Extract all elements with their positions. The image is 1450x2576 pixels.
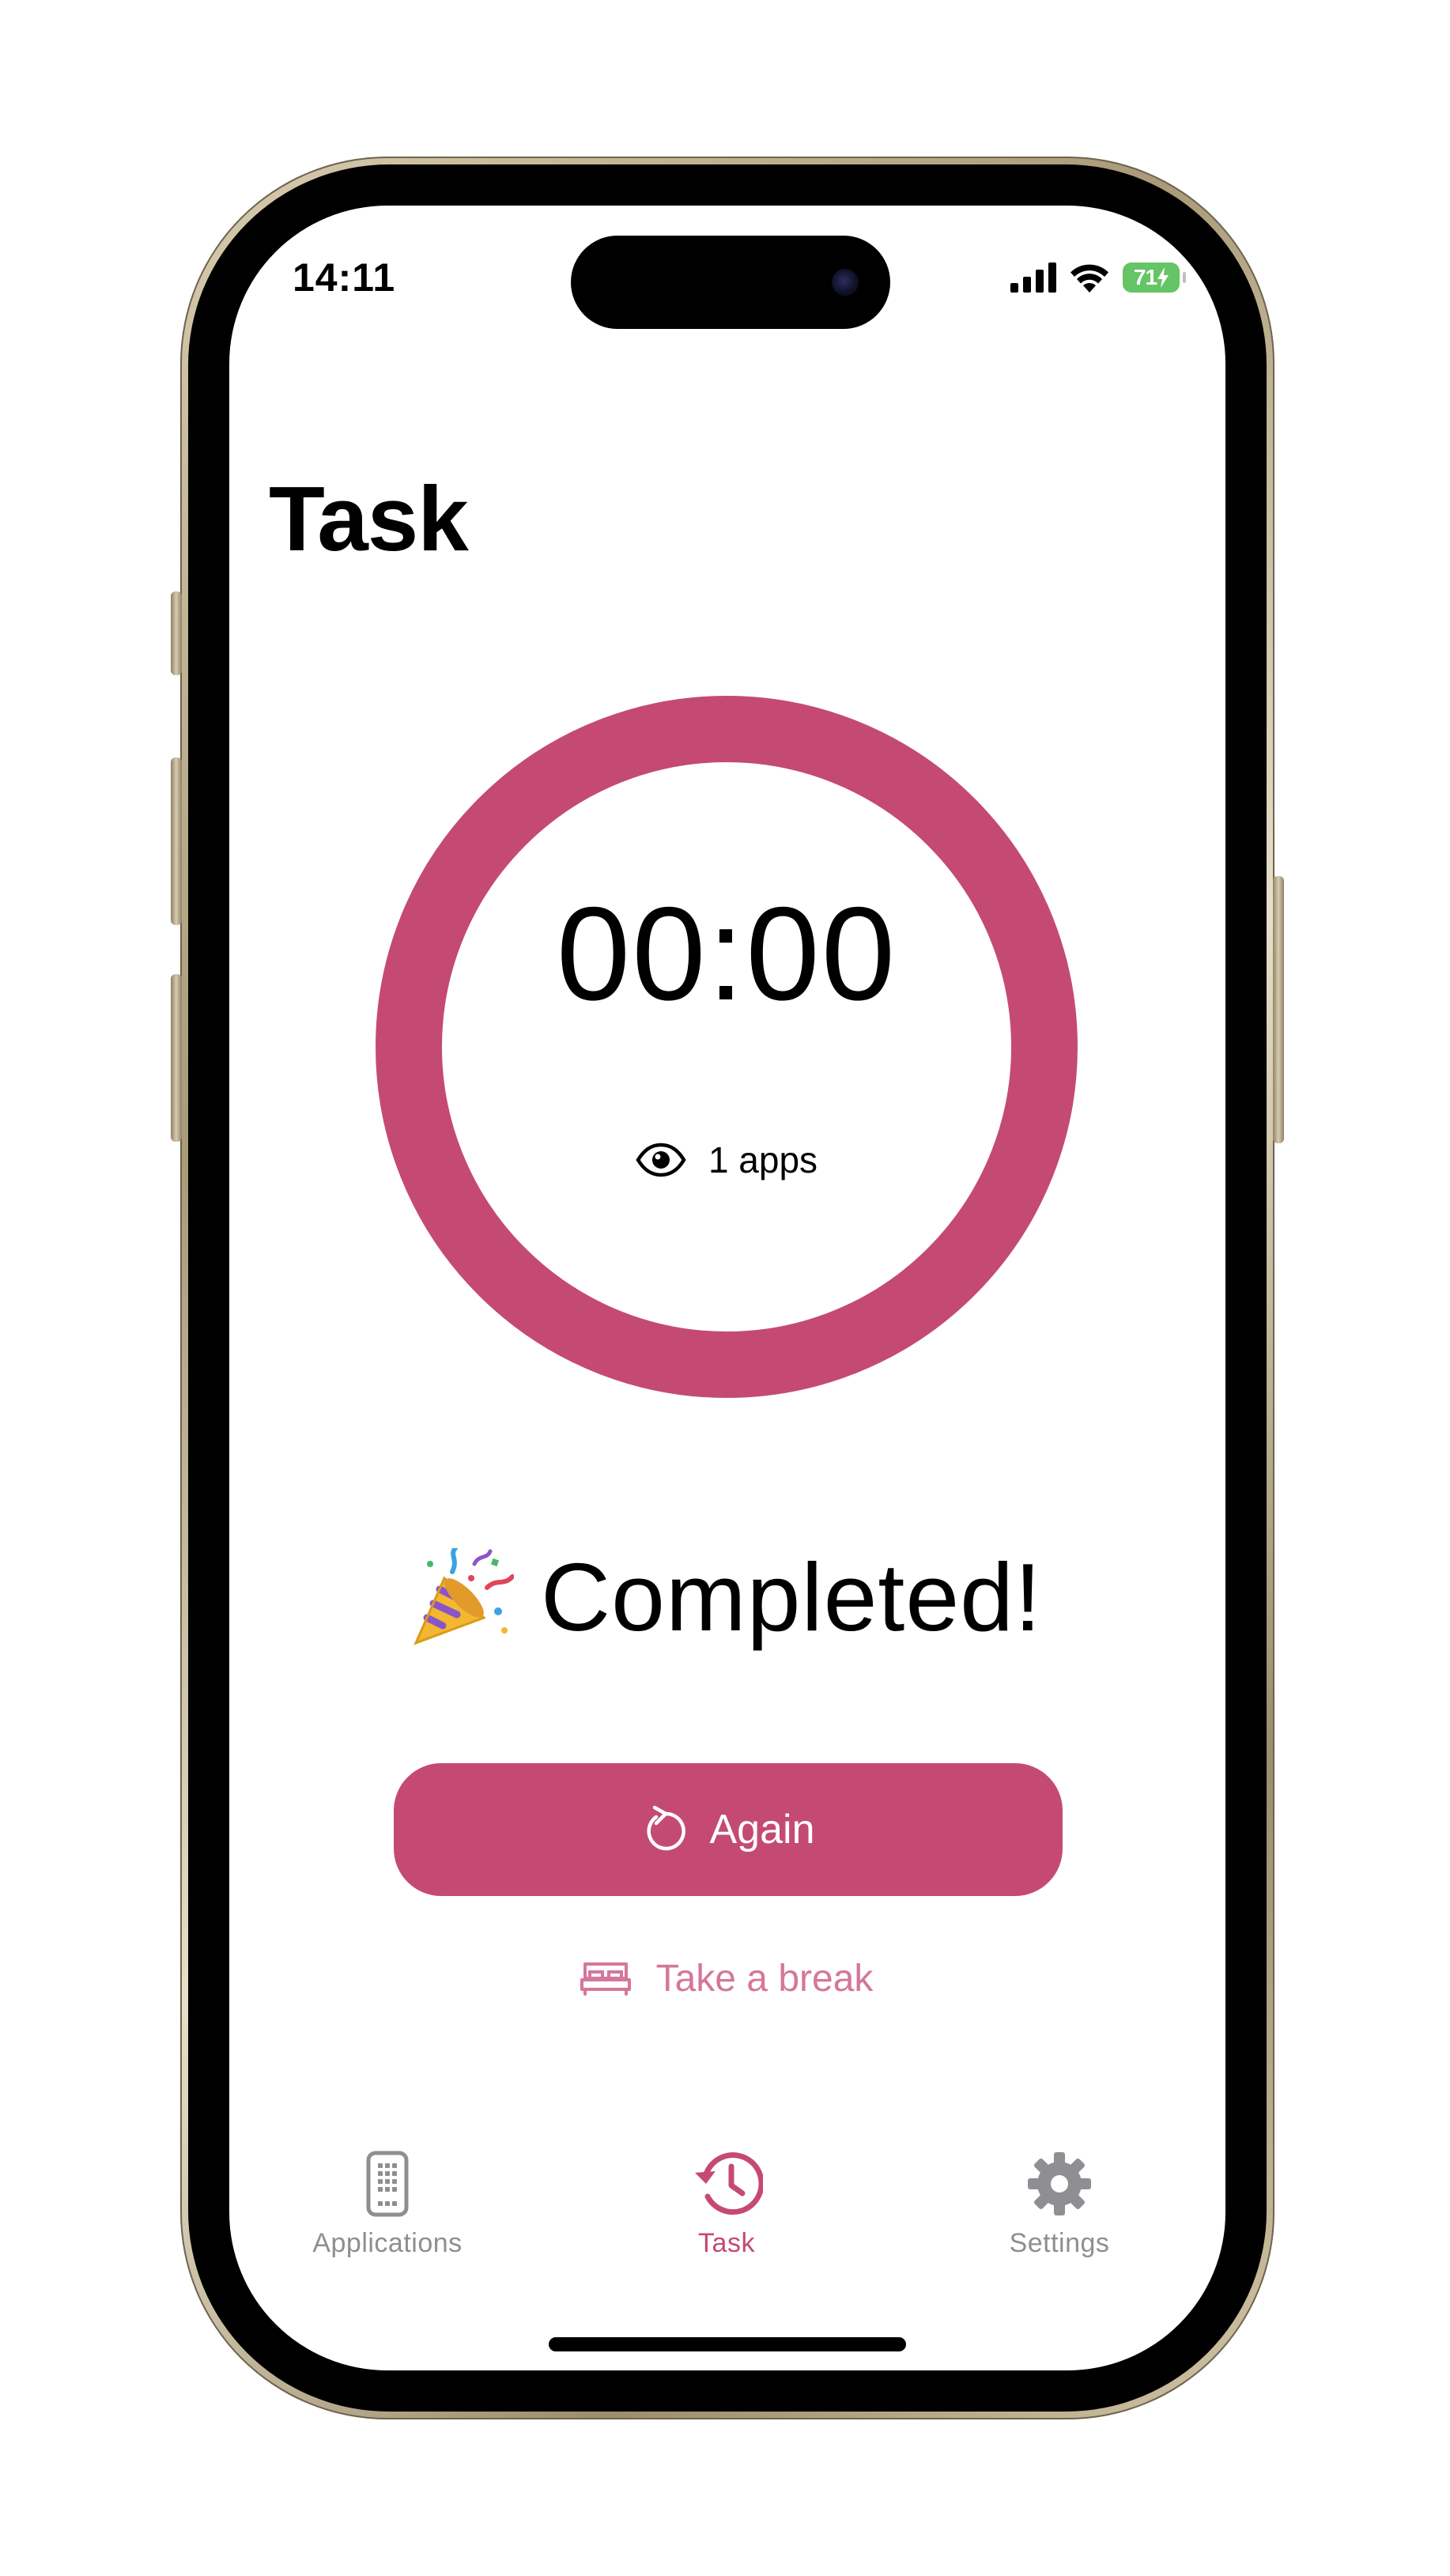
completed-message: Completed!: [229, 1542, 1224, 1652]
again-button-label: Again: [709, 1807, 815, 1853]
dynamic-island: [571, 236, 890, 329]
tab-settings[interactable]: Settings: [941, 2151, 1178, 2259]
tab-applications-label: Applications: [312, 2228, 463, 2258]
status-indicators: 71: [1010, 263, 1186, 293]
cellular-signal-icon: [1010, 263, 1056, 293]
restart-arrow-icon: [646, 1806, 685, 1851]
screen: 14:11 71 Task 00:00 1 apps Completed! Ag…: [229, 206, 1225, 2370]
front-camera: [832, 269, 859, 296]
volume-down-button: [171, 974, 182, 1142]
gear-icon: [1028, 2152, 1091, 2215]
power-button: [1273, 876, 1284, 1143]
home-indicator[interactable]: [549, 2337, 906, 2351]
tab-task[interactable]: Task: [608, 2151, 845, 2259]
party-popper-icon: [413, 1548, 515, 1645]
page: 14:11 71 Task 00:00 1 apps Completed! Ag…: [0, 0, 1450, 2576]
monitored-apps-count: 1 apps: [708, 1139, 818, 1180]
take-a-break-label: Take a break: [655, 1957, 874, 2000]
tab-settings-label: Settings: [1009, 2228, 1110, 2258]
tab-bar: Applications Task Settings: [229, 2151, 1224, 2293]
page-title: Task: [269, 467, 469, 570]
progress-ring: [376, 696, 1078, 1398]
charging-bolt-icon: [1157, 267, 1169, 288]
history-clock-icon: [695, 2152, 763, 2215]
bed-icon: [580, 1962, 631, 1996]
battery-terminal: [1183, 272, 1186, 283]
battery-level: 71: [1133, 265, 1157, 289]
phone-apps-icon: [366, 2151, 409, 2217]
volume-up-button: [171, 757, 182, 925]
tab-task-label: Task: [698, 2228, 755, 2258]
wifi-icon: [1071, 264, 1108, 293]
take-a-break-button[interactable]: Take a break: [229, 1945, 1224, 2011]
monitored-apps-indicator: 1 apps: [229, 1139, 1224, 1181]
completed-text: Completed!: [541, 1543, 1042, 1651]
timer-display: 00:00: [556, 879, 897, 1028]
again-button[interactable]: Again: [394, 1763, 1063, 1896]
status-time: 14:11: [293, 255, 396, 300]
action-button: [171, 591, 182, 675]
eye-icon: [636, 1143, 686, 1177]
tab-applications[interactable]: Applications: [269, 2151, 506, 2259]
battery-icon: 71: [1123, 263, 1186, 293]
